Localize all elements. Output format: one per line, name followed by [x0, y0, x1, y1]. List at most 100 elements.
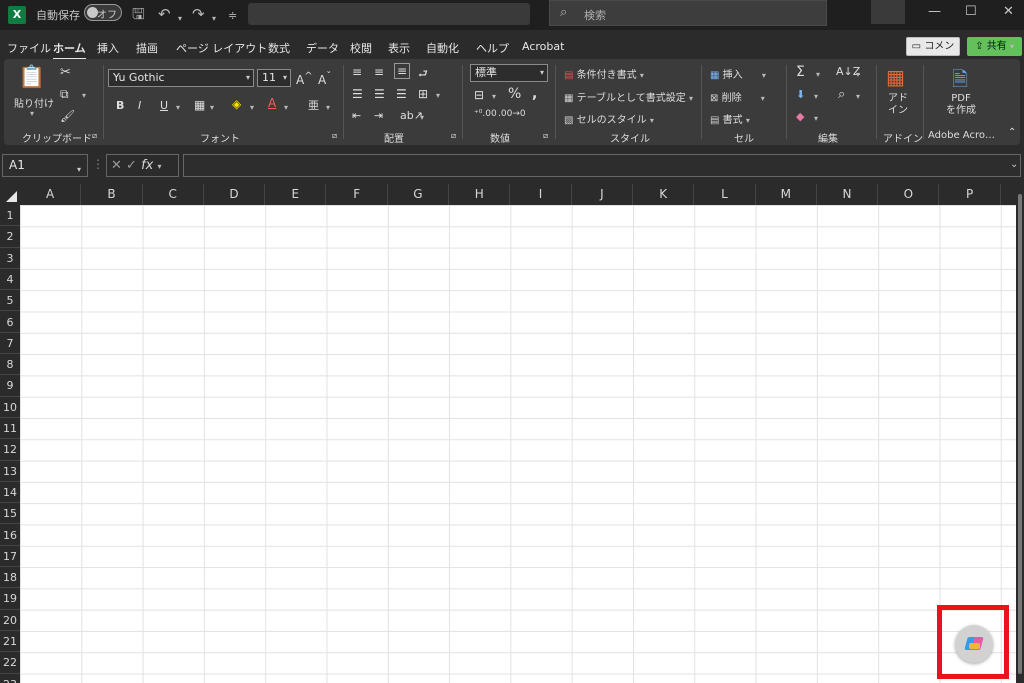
row-header[interactable]: 19: [0, 588, 20, 610]
cell-grid[interactable]: [20, 205, 1016, 683]
tab-view[interactable]: 表示: [388, 40, 410, 56]
row-header[interactable]: 12: [0, 439, 20, 461]
underline-icon[interactable]: U: [160, 99, 168, 112]
format-painter-icon[interactable]: 🖌: [60, 109, 75, 123]
number-launcher-icon[interactable]: ⧄: [543, 131, 548, 141]
font-color-dropdown-icon[interactable]: ▾: [284, 103, 288, 112]
create-pdf-label[interactable]: PDF を作成: [946, 93, 976, 117]
cancel-icon[interactable]: ✕: [111, 158, 122, 173]
column-header[interactable]: K: [633, 184, 695, 205]
alignment-launcher-icon[interactable]: ⧄: [451, 131, 456, 141]
tab-page-layout[interactable]: ページ レイアウト: [176, 40, 267, 56]
font-color-icon[interactable]: A: [268, 96, 276, 110]
insert-function-icon[interactable]: fx: [141, 158, 153, 173]
bold-icon[interactable]: B: [116, 99, 124, 112]
align-middle-icon[interactable]: ≡: [374, 65, 384, 79]
row-header[interactable]: 9: [0, 375, 20, 397]
font-launcher-icon[interactable]: ⧄: [332, 131, 337, 141]
merge-dropdown-icon[interactable]: ▾: [436, 91, 440, 100]
row-header[interactable]: 8: [0, 354, 20, 376]
clipboard-launcher-icon[interactable]: ⧄: [92, 131, 97, 141]
copy-dropdown-icon[interactable]: ▾: [82, 91, 86, 100]
merge-center-icon[interactable]: ⊞: [418, 87, 428, 101]
row-header[interactable]: 15: [0, 503, 20, 525]
row-header[interactable]: 5: [0, 290, 20, 312]
accounting-dropdown-icon[interactable]: ▾: [492, 92, 496, 101]
orientation-dropdown-icon[interactable]: ▾: [420, 113, 424, 122]
undo-dropdown-icon[interactable]: ▾: [178, 10, 182, 28]
enter-icon[interactable]: ✓: [126, 158, 137, 173]
tab-draw[interactable]: 描画: [136, 40, 158, 56]
decrease-indent-icon[interactable]: ⇤: [352, 109, 361, 122]
fill-color-dropdown-icon[interactable]: ▾: [250, 103, 254, 112]
font-size-select[interactable]: 11 ▾: [257, 69, 291, 87]
accounting-icon[interactable]: ⊟: [474, 88, 484, 102]
paste-icon[interactable]: 📋: [18, 65, 45, 90]
font-name-select[interactable]: Yu Gothic ▾: [108, 69, 254, 87]
row-header[interactable]: 18: [0, 567, 20, 589]
undo-icon[interactable]: ↶: [158, 5, 171, 23]
clear-dropdown-icon[interactable]: ▾: [814, 114, 818, 123]
column-header[interactable]: I: [510, 184, 572, 205]
formula-options-icon[interactable]: ⋮: [92, 157, 104, 171]
tab-insert[interactable]: 挿入: [97, 40, 119, 56]
redo-icon[interactable]: ↷: [192, 5, 205, 23]
row-header[interactable]: 23: [0, 673, 20, 683]
redo-dropdown-icon[interactable]: ▾: [212, 10, 216, 28]
tab-home[interactable]: ホーム: [53, 40, 86, 60]
tab-data[interactable]: データ: [306, 40, 339, 56]
row-header[interactable]: 20: [0, 609, 20, 631]
tab-file[interactable]: ファイル: [7, 40, 51, 56]
borders-icon[interactable]: ▦: [194, 98, 205, 112]
row-header[interactable]: 11: [0, 418, 20, 440]
wrap-text-icon[interactable]: ⮐: [418, 65, 428, 84]
row-header[interactable]: 3: [0, 247, 20, 269]
row-header[interactable]: 16: [0, 524, 20, 546]
align-right-icon[interactable]: ☰: [396, 87, 407, 101]
find-select-dropdown-icon[interactable]: ▾: [856, 92, 860, 101]
scrollbar-thumb[interactable]: [1018, 194, 1022, 674]
column-header[interactable]: M: [755, 184, 817, 205]
select-all-button[interactable]: [0, 184, 20, 205]
borders-dropdown-icon[interactable]: ▾: [210, 103, 214, 112]
comment-button[interactable]: ▭ コメント: [906, 37, 960, 69]
grow-font-icon[interactable]: A^: [296, 71, 313, 87]
row-header[interactable]: 7: [0, 332, 20, 355]
addins-icon[interactable]: ▦: [886, 65, 905, 89]
column-header[interactable]: B: [81, 184, 143, 205]
align-center-icon[interactable]: ☰: [374, 87, 385, 101]
column-header[interactable]: H: [449, 184, 511, 205]
delete-cells-button[interactable]: ⊠ 削除 ▾: [710, 89, 765, 104]
insert-cells-button[interactable]: ▦ 挿入 ▾: [710, 66, 766, 81]
conditional-format-button[interactable]: ▤ 条件付き書式 ▾: [564, 66, 644, 81]
paste-dropdown-icon[interactable]: ▾: [30, 109, 34, 118]
search-box[interactable]: ⌕ 検索: [549, 0, 827, 26]
minimize-icon[interactable]: —: [928, 4, 941, 19]
autosum-dropdown-icon[interactable]: ▾: [816, 70, 820, 79]
increase-decimal-icon[interactable]: ⁺⁰.00: [474, 109, 497, 119]
row-header[interactable]: 13: [0, 460, 20, 482]
row-header[interactable]: 10: [0, 396, 20, 418]
copilot-button[interactable]: [955, 625, 993, 663]
align-bottom-icon[interactable]: ≡: [394, 63, 411, 79]
phonetic-dropdown-icon[interactable]: ▾: [326, 103, 330, 112]
column-header[interactable]: O: [878, 184, 940, 205]
paste-label[interactable]: 貼り付け: [14, 95, 54, 110]
shrink-font-icon[interactable]: Aˇ: [318, 71, 331, 87]
row-header[interactable]: 17: [0, 545, 20, 568]
tab-automate[interactable]: 自動化: [426, 40, 459, 56]
tab-help[interactable]: ヘルプ: [476, 40, 509, 56]
cut-icon[interactable]: ✂: [60, 65, 71, 80]
tab-review[interactable]: 校閲: [350, 40, 372, 56]
column-header[interactable]: F: [326, 184, 388, 205]
fill-dropdown-icon[interactable]: ▾: [814, 92, 818, 101]
close-icon[interactable]: ✕: [1003, 4, 1014, 19]
clear-icon[interactable]: ◆: [796, 110, 804, 123]
vertical-scrollbar[interactable]: [1016, 184, 1024, 683]
italic-icon[interactable]: I: [138, 99, 141, 112]
row-header[interactable]: 21: [0, 631, 20, 653]
column-header[interactable]: N: [816, 184, 879, 205]
column-header[interactable]: P: [939, 184, 1001, 205]
column-header[interactable]: D: [203, 184, 266, 205]
account-area[interactable]: [871, 0, 905, 24]
